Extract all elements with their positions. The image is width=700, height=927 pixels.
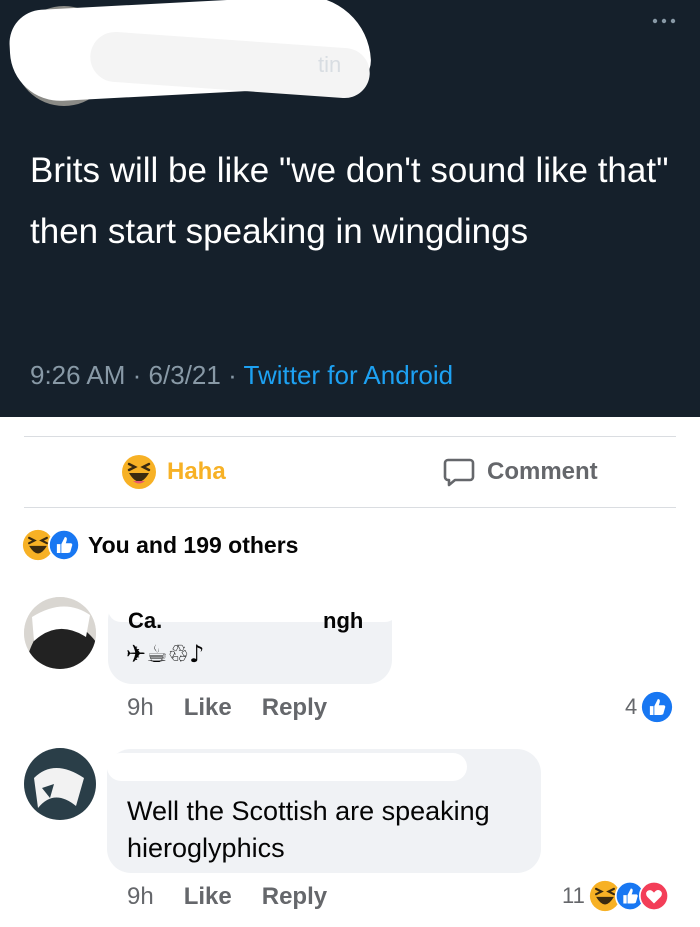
comment-actions: 9h Like Reply <box>127 694 327 722</box>
reply-button[interactable]: Reply <box>262 883 327 911</box>
tweet-screenshot: tin Brits will be like "we don't sound l… <box>0 0 700 417</box>
like-reaction-icon <box>642 691 673 723</box>
comment-icon <box>443 458 475 487</box>
commenter-name-partial: Ca. <box>128 608 163 633</box>
like-button[interactable]: Like <box>184 694 232 722</box>
reaction-count-number: 4 <box>625 694 638 719</box>
haha-emoji-icon <box>122 455 156 489</box>
like-reaction-icon <box>48 529 80 561</box>
divider <box>24 436 676 437</box>
commenter-avatar[interactable] <box>24 748 96 820</box>
love-reaction-icon <box>638 881 669 911</box>
tweet-source-app[interactable]: Twitter for Android <box>244 360 454 390</box>
meta-separator: · <box>132 360 142 390</box>
reactions-summary[interactable]: You and 199 others <box>22 528 298 562</box>
tweet-text: Brits will be like "we don't sound like … <box>30 151 669 251</box>
tweet-meta: 9:26 AM · 6/3/21 · Twitter for Android <box>30 360 453 391</box>
comment-reaction-count[interactable]: 4 <box>625 691 673 723</box>
comment-label: Comment <box>487 458 598 485</box>
comment-text-partial: ngh <box>323 608 364 633</box>
like-button[interactable]: Like <box>184 883 232 911</box>
comment-actions: 9h Like Reply <box>127 883 327 911</box>
comment-bubble: Ca. ngh ✈☕♲♪ <box>108 596 398 684</box>
comment-wingdings-text: ✈☕♲♪ <box>126 640 205 668</box>
divider <box>24 507 676 508</box>
tweet-author-name-partial: tin <box>318 52 342 77</box>
comment-time: 9h <box>127 883 154 910</box>
tweet-date: 6/3/21 <box>148 360 221 390</box>
comment-button[interactable]: Comment <box>443 452 598 492</box>
haha-reaction-button[interactable]: Haha <box>121 452 226 492</box>
comment-reaction-count[interactable]: 11 <box>562 880 669 912</box>
more-options-icon[interactable] <box>650 14 678 28</box>
comment-text: Well the Scottish are speaking hieroglyp… <box>127 796 490 863</box>
haha-label: Haha <box>167 458 226 485</box>
comment-time: 9h <box>127 694 154 721</box>
reaction-count-number: 11 <box>562 883 585 908</box>
redaction-scribble <box>107 753 467 781</box>
meta-separator: · <box>228 360 237 390</box>
reactions-summary-text: You and 199 others <box>88 531 299 558</box>
reaction-icons <box>22 529 80 561</box>
tweet-time: 9:26 AM <box>30 360 126 390</box>
reply-button[interactable]: Reply <box>262 694 327 722</box>
comment-bubble: Well the Scottish are speaking hieroglyp… <box>107 749 541 873</box>
commenter-avatar[interactable] <box>24 597 96 669</box>
